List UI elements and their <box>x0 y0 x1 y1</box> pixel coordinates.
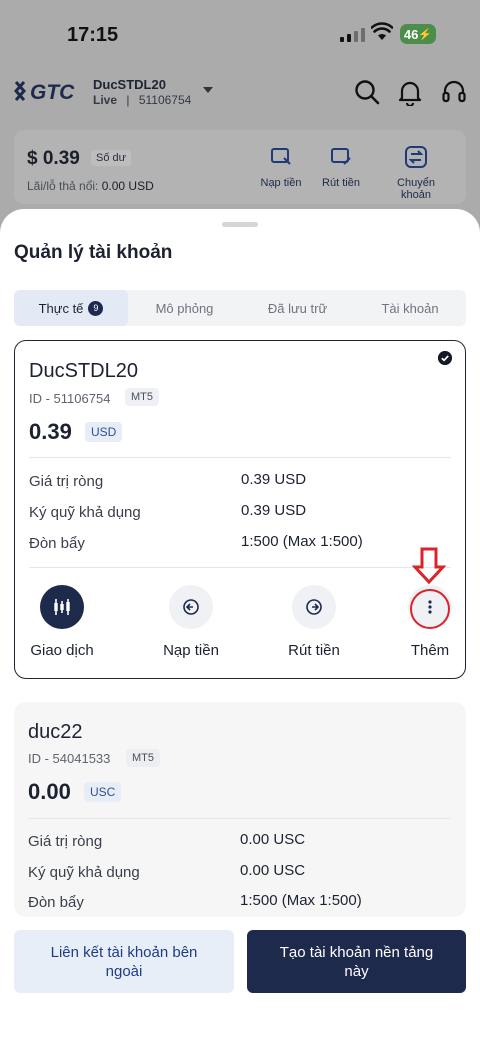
wifi-icon <box>371 22 393 40</box>
leverage-label: Đòn bẩy <box>28 894 84 911</box>
trade-label: Giao dịch <box>30 642 94 659</box>
tab-demo[interactable]: Mô phỏng <box>128 290 241 326</box>
account-id: ID - 54041533 <box>28 751 111 766</box>
battery-level: 46 <box>403 26 419 42</box>
leverage-value: 1:500 (Max 1:500) <box>241 533 363 550</box>
link-external-account-button[interactable]: Liên kết tài khoản bên ngoài <box>14 930 234 993</box>
platform-badge: MT5 <box>125 388 159 406</box>
free-margin-value: 0.00 USC <box>240 862 306 879</box>
red-arrow-down-icon <box>412 547 446 585</box>
transfer-shortcut-label: Chuyển khoản <box>397 177 435 201</box>
floating-pl-label: Lãi/lỗ thả nổi: <box>27 179 99 193</box>
net-value: 0.00 USC <box>240 831 306 848</box>
app-header: GTC DucSTDL20 Live | 51106754 <box>0 70 480 116</box>
free-margin-label: Ký quỹ khả dụng <box>29 504 141 521</box>
balance-amount: $ 0.39 <box>27 148 80 169</box>
trade-button[interactable]: Giao dịch <box>17 585 107 659</box>
account-switch-caret-icon[interactable] <box>203 87 213 93</box>
header-account-name[interactable]: DucSTDL20 <box>93 77 166 92</box>
header-account-info: Live | 51106754 <box>93 93 192 107</box>
net-value: 0.39 USD <box>241 471 307 488</box>
divider <box>29 457 451 458</box>
withdraw-label: Rút tiền <box>288 642 340 659</box>
sheet-grabber[interactable] <box>222 222 258 227</box>
status-bar: 17:15 46 ⚡ <box>0 0 480 64</box>
more-label: Thêm <box>410 642 450 659</box>
header-account-type: Live <box>93 93 118 107</box>
balance-card: $ 0.39 Số dư Lãi/lỗ thả nổi: 0.00 USD Nạ… <box>14 130 466 204</box>
currency-badge: USD <box>85 422 123 442</box>
account-name: duc22 <box>28 721 83 743</box>
logo-text: GTC <box>30 81 75 104</box>
background-app: 17:15 46⚡ GTC DucSTDL20 Live | 51106754 <box>0 0 480 240</box>
tab-real[interactable]: Thực tế 9 <box>14 290 128 326</box>
free-margin-label: Ký quỹ khả dụng <box>28 864 140 881</box>
transfer-icon <box>405 146 427 168</box>
tab-real-count-badge: 9 <box>88 300 104 316</box>
floating-pl: Lãi/lỗ thả nổi: 0.00 USD <box>27 179 154 193</box>
leverage-value: 1:500 (Max 1:500) <box>240 892 362 909</box>
create-platform-account-button[interactable]: Tạo tài khoản nền tảng này <box>247 930 466 993</box>
withdraw-icon <box>331 148 351 165</box>
search-icon[interactable] <box>353 78 381 106</box>
withdraw-shortcut-label: Rút tiền <box>322 177 360 189</box>
net-value-label: Giá trị ròng <box>29 473 104 490</box>
red-highlight-circle <box>410 589 450 629</box>
leverage-label: Đòn bẩy <box>29 535 85 552</box>
platform-badge: MT5 <box>126 749 160 767</box>
notification-bell-icon[interactable] <box>396 78 424 106</box>
battery-icon: 46 ⚡ <box>400 24 436 44</box>
divider <box>28 818 450 819</box>
gtc-logo[interactable]: GTC <box>14 78 80 104</box>
account-card[interactable]: duc22 ID - 54041533 MT5 0.00 USC Giá trị… <box>14 702 466 917</box>
account-balance: 0.39 <box>29 419 72 444</box>
account-card-selected[interactable]: DucSTDL20 ID - 51106754 MT5 0.39 USD Giá… <box>14 340 466 679</box>
tab-real-label: Thực tế <box>38 300 84 316</box>
currency-badge: USC <box>84 782 122 802</box>
deposit-button[interactable]: Nạp tiền <box>146 585 236 659</box>
deposit-icon <box>169 585 213 629</box>
balance-label: Số dư <box>91 150 131 166</box>
account-tabs: Thực tế 9 Mô phỏng Đã lưu trữ Tài khoản <box>14 290 466 326</box>
account-balance: 0.00 <box>28 779 71 804</box>
divider <box>29 567 451 568</box>
tab-accounts[interactable]: Tài khoản <box>354 290 466 326</box>
account-id: ID - 51106754 <box>29 391 111 406</box>
floating-pl-value: 0.00 USD <box>101 179 154 193</box>
selected-check-icon <box>438 351 452 365</box>
deposit-label: Nạp tiền <box>163 642 219 659</box>
support-headset-icon[interactable] <box>440 78 468 106</box>
cellular-signal-icon <box>340 26 365 42</box>
free-margin-value: 0.39 USD <box>241 502 307 519</box>
status-time: 17:15 <box>67 24 119 46</box>
transfer-shortcut-button[interactable]: Chuyển khoản <box>381 146 451 201</box>
trade-icon <box>40 585 84 629</box>
account-management-sheet: Quản lý tài khoản Thực tế 9 Mô phỏng Đã … <box>0 209 480 1043</box>
withdraw-icon <box>292 585 336 629</box>
deposit-icon <box>271 148 291 165</box>
net-value-label: Giá trị ròng <box>28 833 103 850</box>
account-name: DucSTDL20 <box>29 360 138 382</box>
header-account-id: 51106754 <box>138 93 192 107</box>
withdraw-shortcut-button[interactable]: Rút tiền <box>306 146 376 189</box>
sheet-title: Quản lý tài khoản <box>14 242 173 263</box>
tab-archived[interactable]: Đã lưu trữ <box>241 290 354 326</box>
withdraw-button[interactable]: Rút tiền <box>269 585 359 659</box>
